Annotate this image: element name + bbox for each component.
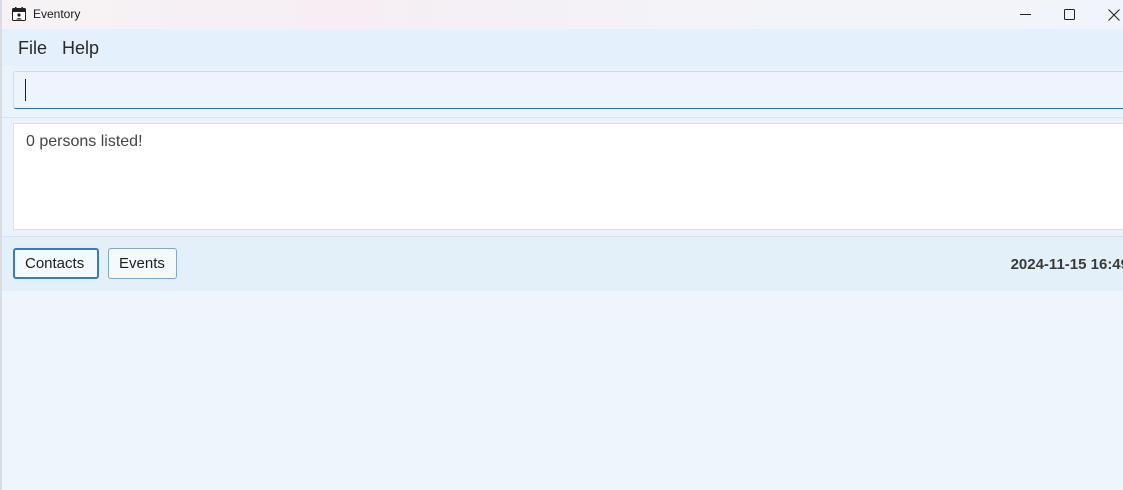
calendar-app-icon xyxy=(12,7,26,21)
app-window: Eventory File Help 0 persons listed! Con… xyxy=(0,0,1123,490)
maximize-button[interactable] xyxy=(1046,0,1092,29)
list-panel xyxy=(2,291,1123,490)
menu-file[interactable]: File xyxy=(18,38,47,59)
result-display: 0 persons listed! xyxy=(13,123,1123,230)
menu-help[interactable]: Help xyxy=(62,38,99,59)
minimize-button[interactable] xyxy=(1002,0,1048,29)
maximize-icon xyxy=(1063,9,1075,20)
text-caret xyxy=(25,79,26,101)
command-input-caret-layer xyxy=(13,71,1123,109)
result-message: 0 persons listed! xyxy=(26,133,143,150)
close-icon xyxy=(1108,8,1120,21)
window-title: Eventory xyxy=(33,7,81,21)
title-bar[interactable]: Eventory xyxy=(2,0,1123,29)
minimize-icon xyxy=(1019,14,1031,15)
status-datetime: 2024-11-15 16:49 xyxy=(1010,256,1123,273)
close-button[interactable] xyxy=(1091,0,1123,29)
tab-contacts[interactable]: Contacts xyxy=(13,248,99,279)
tab-bar: Contacts Events 2024-11-15 16:49 xyxy=(2,236,1123,292)
command-box-container xyxy=(2,66,1123,118)
result-display-container: 0 persons listed! xyxy=(2,118,1123,236)
menu-bar: File Help xyxy=(2,29,1123,67)
tab-events[interactable]: Events xyxy=(108,248,177,279)
